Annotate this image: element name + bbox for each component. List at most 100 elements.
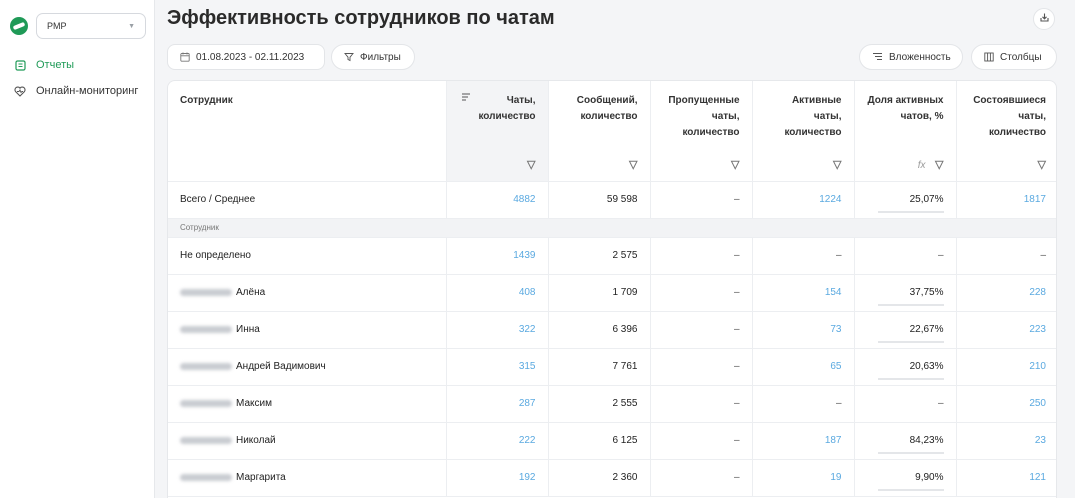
table-row[interactable]: Алёна 408 1 709–154 37,75% 228 [168, 274, 1056, 312]
cell-chats[interactable]: 222 [446, 422, 549, 460]
total-label: Всего / Среднее [168, 181, 447, 219]
cell-chats[interactable]: 287 [446, 385, 549, 423]
share-value: 20,63% [877, 361, 944, 380]
sort-icon[interactable] [461, 93, 471, 105]
cell-missed: – [650, 274, 753, 312]
sidebar-item-online-monitoring[interactable]: Онлайн-мониторинг [0, 78, 154, 104]
cell-share: – [854, 385, 957, 423]
sidebar-item-label: Отчеты [36, 59, 75, 71]
cell-active[interactable]: 187 [752, 422, 855, 460]
project-select-value: PMP [47, 21, 67, 31]
filters-button[interactable]: Фильтры [331, 44, 415, 70]
cell-held[interactable]: 121 [956, 459, 1056, 497]
sidebar-item-reports[interactable]: Отчеты [0, 52, 154, 78]
column-header-active-share[interactable]: Доля активных чатов, % fx ▽ [854, 81, 957, 182]
columns-button[interactable]: Столбцы [971, 44, 1057, 70]
table-row[interactable]: Не определено 1439 2 575– – – – [168, 237, 1056, 275]
cell-messages: 7 761 [548, 348, 651, 386]
nesting-label: Вложенность [889, 51, 951, 63]
total-messages: 59 598 [548, 181, 651, 219]
cell-held[interactable]: 23 [956, 422, 1056, 460]
filter-icon[interactable]: ▽ [1038, 158, 1046, 171]
cell-messages: 6 125 [548, 422, 651, 460]
share-bar [877, 304, 944, 306]
cell-missed: – [650, 422, 753, 460]
total-missed: – [650, 181, 753, 219]
project-select[interactable]: PMP ▼ [36, 13, 146, 39]
column-header-employee[interactable]: Сотрудник [168, 81, 447, 182]
date-range-picker[interactable]: 01.08.2023 - 02.11.2023 [167, 44, 325, 70]
cell-held[interactable]: 250 [956, 385, 1056, 423]
cell-missed: – [650, 237, 753, 275]
total-chats[interactable]: 4882 [446, 181, 549, 219]
filter-icon[interactable]: ▽ [833, 158, 841, 171]
cell-missed: – [650, 459, 753, 497]
cell-active[interactable]: – [752, 385, 855, 423]
cell-active[interactable]: 65 [752, 348, 855, 386]
column-header-chats[interactable]: Чаты, количество ▽ [446, 81, 549, 182]
cell-chats[interactable]: 192 [446, 459, 549, 497]
funnel-icon [344, 52, 354, 62]
columns-label: Столбцы [1000, 51, 1042, 63]
filter-icon[interactable]: ▽ [527, 158, 535, 171]
table-row[interactable]: Маргарита 192 2 360–19 9,90% 121 [168, 459, 1056, 497]
formula-icon[interactable]: fx [918, 160, 926, 171]
total-share: 25,07% [854, 181, 957, 219]
cell-held[interactable]: 223 [956, 311, 1056, 349]
cell-chats[interactable]: 315 [446, 348, 549, 386]
cell-active[interactable]: 19 [752, 459, 855, 497]
download-icon [1039, 10, 1050, 28]
toolbar: 01.08.2023 - 02.11.2023 Фильтры Вложенно… [167, 44, 1057, 70]
total-row: Всего / Среднее 4882 59 598 – 1224 25,07… [168, 181, 1056, 219]
cell-active[interactable]: 73 [752, 311, 855, 349]
employee-name: Алёна [168, 274, 447, 312]
cell-active[interactable]: – [752, 237, 855, 275]
nesting-button[interactable]: Вложенность [859, 44, 963, 70]
cell-held[interactable]: 228 [956, 274, 1056, 312]
total-held[interactable]: 1817 [956, 181, 1056, 219]
column-header-active[interactable]: Активные чаты, количество ▽ [752, 81, 855, 182]
share-value: 9,90% [877, 472, 944, 491]
date-range-value: 01.08.2023 - 02.11.2023 [196, 51, 305, 63]
cell-chats[interactable]: 322 [446, 311, 549, 349]
group-header-row: Сотрудник [168, 218, 1056, 238]
cell-messages: 1 709 [548, 274, 651, 312]
column-header-missed[interactable]: Пропущенные чаты, количество ▽ [650, 81, 753, 182]
cell-active[interactable]: 154 [752, 274, 855, 312]
table-row[interactable]: Николай 222 6 125–187 84,23% 23 [168, 422, 1056, 460]
group-label: Сотрудник [168, 218, 1056, 238]
cell-missed: – [650, 385, 753, 423]
table-row[interactable]: Инна 322 6 396–73 22,67% 223 [168, 311, 1056, 349]
sidebar-nav: Отчеты Онлайн-мониторинг [0, 52, 154, 104]
share-bar [877, 489, 944, 491]
cell-messages: 2 555 [548, 385, 651, 423]
column-header-held[interactable]: Состоявшиеся чаты, количество ▽ [956, 81, 1056, 182]
filter-icon[interactable]: ▽ [629, 158, 637, 171]
share-bar [877, 211, 944, 213]
redacted-surname [180, 288, 232, 296]
table-row[interactable]: Максим 287 2 555– – –250 [168, 385, 1056, 423]
employee-name: Не определено [168, 237, 447, 275]
cell-held[interactable]: 210 [956, 348, 1056, 386]
share-value: 37,75% [877, 287, 944, 306]
cell-missed: – [650, 311, 753, 349]
sidebar: PMP ▼ Отчеты Онлайн-мониторинг [0, 0, 155, 498]
column-header-messages[interactable]: Сообщений, количество ▽ [548, 81, 651, 182]
cell-chats[interactable]: 1439 [446, 237, 549, 275]
cell-held[interactable]: – [956, 237, 1056, 275]
download-button[interactable] [1033, 8, 1055, 30]
filter-icon[interactable]: ▽ [935, 158, 943, 171]
filter-icon[interactable]: ▽ [731, 158, 739, 171]
logo-icon [10, 17, 28, 35]
employee-name: Николай [168, 422, 447, 460]
table-row[interactable]: Андрей Вадимович 315 7 761–65 20,63% 210 [168, 348, 1056, 386]
redacted-surname [180, 473, 232, 481]
table-header-row: Сотрудник Чаты, количество ▽ Сообщений, … [168, 81, 1056, 182]
share-value: 25,07% [877, 194, 944, 213]
share-bar [877, 378, 944, 380]
report-table: Сотрудник Чаты, количество ▽ Сообщений, … [167, 80, 1057, 498]
total-active[interactable]: 1224 [752, 181, 855, 219]
calendar-icon [180, 52, 190, 62]
cell-messages: 2 575 [548, 237, 651, 275]
cell-chats[interactable]: 408 [446, 274, 549, 312]
